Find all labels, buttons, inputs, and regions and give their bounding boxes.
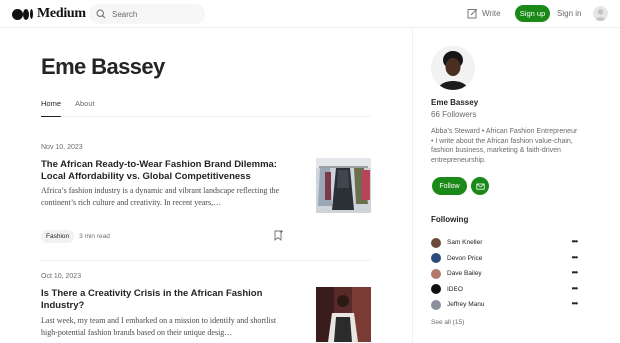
follow-button[interactable]: Follow xyxy=(432,177,467,195)
fashion-portrait-image xyxy=(316,287,371,342)
following-item[interactable]: Dave Bailey ••• xyxy=(431,266,578,282)
following-name[interactable]: Devon Price xyxy=(447,255,482,262)
author-portrait-image xyxy=(431,46,475,90)
medium-logo-text: Medium xyxy=(37,6,86,21)
profile-photo[interactable] xyxy=(431,46,475,90)
medium-logo-icon xyxy=(12,8,34,21)
fashion-rack-image xyxy=(316,158,371,213)
more-options-icon[interactable]: ••• xyxy=(572,284,578,293)
following-name[interactable]: Sam Kneller xyxy=(447,239,482,246)
following-heading: Following xyxy=(431,215,469,224)
sidebar-author-name[interactable]: Eme Bassey xyxy=(431,98,478,107)
default-avatar-icon xyxy=(595,9,606,21)
following-item[interactable]: Sam Kneller ••• xyxy=(431,235,578,251)
read-time: 3 min read xyxy=(79,233,110,240)
profile-tabs: Home About xyxy=(41,99,371,117)
avatar xyxy=(431,268,441,279)
write-button[interactable]: Write xyxy=(467,8,501,19)
sign-in-link[interactable]: Sign in xyxy=(557,9,581,18)
bookmark-icon xyxy=(274,230,283,241)
article-meta: Fashion 3 min read xyxy=(41,230,110,243)
avatar xyxy=(431,237,441,248)
more-options-icon[interactable]: ••• xyxy=(572,253,578,262)
search-input[interactable] xyxy=(112,9,192,19)
article-excerpt[interactable]: Last week, my team and I embarked on a m… xyxy=(41,315,291,338)
article-divider xyxy=(41,260,371,261)
tab-home[interactable]: Home xyxy=(41,99,62,117)
article-title[interactable]: The African Ready-to-Wear Fashion Brand … xyxy=(41,159,286,183)
following-item[interactable]: Devon Price ••• xyxy=(431,251,578,267)
author-bio: Abba’s Steward • African Fashion Entrepr… xyxy=(431,128,578,164)
article-card[interactable]: Nov 10, 2023 The African Ready-to-Wear F… xyxy=(41,144,371,244)
following-list: Sam Kneller ••• Devon Price ••• Dave Bai… xyxy=(431,235,578,313)
followers-count[interactable]: 66 Followers xyxy=(431,110,476,119)
following-item[interactable]: IDEO ••• xyxy=(431,282,578,298)
article-card[interactable]: Oct 10, 2023 Is There a Creativity Crisi… xyxy=(41,273,371,343)
article-title[interactable]: Is There a Creativity Crisis in the Afri… xyxy=(41,288,286,312)
subscribe-button[interactable] xyxy=(471,177,489,195)
search-icon xyxy=(96,9,106,19)
user-avatar[interactable] xyxy=(593,6,608,21)
bookmark-button[interactable] xyxy=(273,228,283,246)
page-title: Eme Bassey xyxy=(41,54,165,79)
avatar xyxy=(431,299,441,310)
following-item[interactable]: Jeffrey Manu ••• xyxy=(431,297,578,313)
subscribe-mail-icon xyxy=(475,183,485,190)
avatar xyxy=(431,253,441,264)
top-navigation-bar: Medium Write Sign up Sign in xyxy=(0,0,620,28)
medium-logo[interactable]: Medium xyxy=(12,6,86,22)
article-date: Nov 10, 2023 xyxy=(41,144,83,151)
article-date: Oct 10, 2023 xyxy=(41,273,82,280)
following-name[interactable]: Dave Bailey xyxy=(447,270,482,277)
following-name[interactable]: Jeffrey Manu xyxy=(447,301,484,308)
see-all-link[interactable]: See all (15) xyxy=(431,319,464,326)
avatar xyxy=(431,284,441,295)
more-options-icon[interactable]: ••• xyxy=(572,268,578,277)
sign-up-button[interactable]: Sign up xyxy=(515,5,550,22)
article-thumbnail[interactable] xyxy=(316,158,371,213)
tab-about[interactable]: About xyxy=(75,99,95,108)
write-icon xyxy=(467,8,478,19)
search-bar[interactable] xyxy=(89,4,205,24)
sidebar-divider xyxy=(412,28,413,343)
write-label: Write xyxy=(482,9,501,18)
article-excerpt[interactable]: Africa’s fashion industry is a dynamic a… xyxy=(41,185,291,208)
more-options-icon[interactable]: ••• xyxy=(572,237,578,246)
following-name[interactable]: IDEO xyxy=(447,286,463,293)
more-options-icon[interactable]: ••• xyxy=(572,299,578,308)
topic-tag[interactable]: Fashion xyxy=(41,230,75,243)
article-thumbnail[interactable] xyxy=(316,287,371,342)
